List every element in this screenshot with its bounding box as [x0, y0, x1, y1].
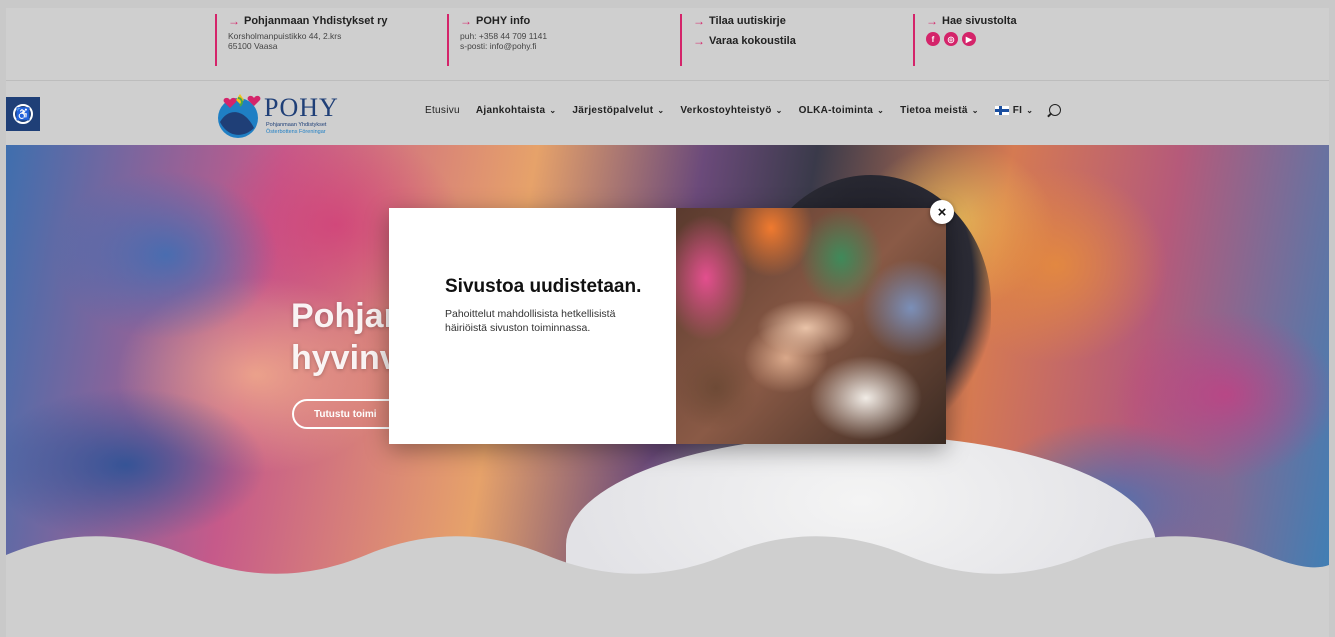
language-label: FI	[1012, 104, 1023, 116]
nav-item-ajankohtaista[interactable]: Ajankohtaista ⌄	[476, 105, 557, 116]
accessibility-button[interactable]: ♿	[6, 97, 40, 131]
book-room-label[interactable]: Varaa kokoustila	[709, 35, 796, 47]
chevron-down-icon: ⌄	[657, 105, 665, 115]
newsletter-label[interactable]: Tilaa uutiskirje	[709, 15, 786, 27]
chevron-down-icon: ⌄	[877, 105, 885, 115]
chevron-down-icon: ⌄	[1026, 105, 1034, 115]
nav-label: OLKA-toiminta	[798, 104, 874, 116]
nav-item-verkostoyhteistyo[interactable]: Verkostoyhteistyö ⌄	[680, 105, 782, 116]
top-info-bar: → Pohjanmaan Yhdistykset ry Korsholmanpu…	[6, 8, 1329, 80]
finland-flag-icon	[994, 105, 1009, 115]
nav-label: Tietoa meistä	[900, 104, 968, 116]
nav-item-jarjestopalvelut[interactable]: Järjestöpalvelut ⌄	[572, 105, 664, 116]
main-nav: Etusivu Ajankohtaista ⌄ Järjestöpalvelut…	[425, 104, 1062, 116]
search-social-column: → Hae sivustolta f ◎ ▶	[913, 14, 1017, 66]
site-search-label[interactable]: Hae sivustolta	[942, 15, 1017, 27]
book-room-link[interactable]: → Varaa kokoustila	[693, 34, 796, 48]
pohy-logo-icon	[218, 94, 261, 138]
language-switcher[interactable]: FI ⌄	[994, 104, 1034, 116]
links-column: → Tilaa uutiskirje → Varaa kokoustila	[680, 14, 796, 66]
chevron-down-icon: ⌄	[775, 105, 783, 115]
logo-subtitle-sv: Österbottens Föreningar	[266, 129, 326, 135]
modal-body: Pahoittelut mahdollisista hetkellisistä …	[445, 308, 616, 334]
modal-close-button[interactable]: ×	[930, 200, 954, 224]
chevron-down-icon: ⌄	[549, 105, 557, 115]
pohy-info-link[interactable]: → POHY info	[460, 14, 547, 28]
nav-item-etusivu[interactable]: Etusivu	[425, 105, 460, 116]
hero-title-line2: hyvinv	[291, 339, 399, 377]
arrow-right-icon: →	[693, 34, 705, 48]
association-link[interactable]: → Pohjanmaan Yhdistykset ry	[228, 14, 387, 28]
nav-label: Ajankohtaista	[475, 104, 546, 116]
newsletter-link[interactable]: → Tilaa uutiskirje	[693, 14, 796, 28]
announcement-modal: Sivustoa uudistetaan. Pahoittelut mahdol…	[389, 208, 946, 444]
chevron-down-icon: ⌄	[971, 105, 979, 115]
arrow-right-icon: →	[693, 14, 705, 28]
instagram-icon[interactable]: ◎	[944, 32, 958, 46]
arrow-right-icon: →	[926, 14, 938, 28]
facebook-icon[interactable]: f	[926, 32, 940, 46]
search-icon	[1049, 104, 1062, 116]
modal-text: Sivustoa uudistetaan. Pahoittelut mahdol…	[389, 208, 676, 444]
nav-item-tietoa-meista[interactable]: Tietoa meistä ⌄	[900, 105, 979, 116]
modal-title: Sivustoa uudistetaan.	[445, 276, 642, 297]
modal-image-hands-together	[676, 208, 946, 444]
hero-title: Pohjan hyvinv	[291, 295, 404, 379]
logo-subtitle-fi: Pohjanmaan Yhdistykset	[266, 122, 327, 128]
nav-label: Verkostoyhteistyö	[680, 104, 772, 116]
hero-wave-divider	[6, 536, 1329, 637]
header-divider	[6, 80, 1329, 81]
youtube-icon[interactable]: ▶	[962, 32, 976, 46]
arrow-right-icon: →	[228, 14, 240, 28]
contact-column: → Pohjanmaan Yhdistykset ry Korsholmanpu…	[215, 14, 387, 66]
nav-label: Järjestöpalvelut	[572, 104, 654, 116]
address-line1: Korsholmanpuistikko 44, 2.krs	[228, 31, 342, 41]
site-search-link[interactable]: → Hae sivustolta	[926, 14, 1017, 28]
hero-title-line1: Pohjan	[291, 297, 405, 335]
search-button[interactable]	[1049, 104, 1062, 116]
association-name[interactable]: Pohjanmaan Yhdistykset ry	[244, 15, 387, 27]
accessibility-icon: ♿	[13, 104, 33, 124]
site-logo[interactable]: POHY Pohjanmaan Yhdistykset Österbottens…	[214, 88, 364, 144]
nav-label: Etusivu	[425, 104, 460, 116]
nav-item-olka-toiminta[interactable]: OLKA-toiminta ⌄	[799, 105, 884, 116]
pohy-info-title[interactable]: POHY info	[476, 15, 530, 27]
social-links: f ◎ ▶	[926, 32, 1017, 46]
address-line2: 65100 Vaasa	[228, 41, 278, 51]
email-line: s-posti: info@pohy.fi	[460, 41, 537, 51]
phone-line: puh: +358 44 709 1141	[460, 31, 548, 41]
logo-name: POHY	[264, 93, 339, 122]
info-column: → POHY info puh: +358 44 709 1141 s-post…	[447, 14, 547, 66]
arrow-right-icon: →	[460, 14, 472, 28]
